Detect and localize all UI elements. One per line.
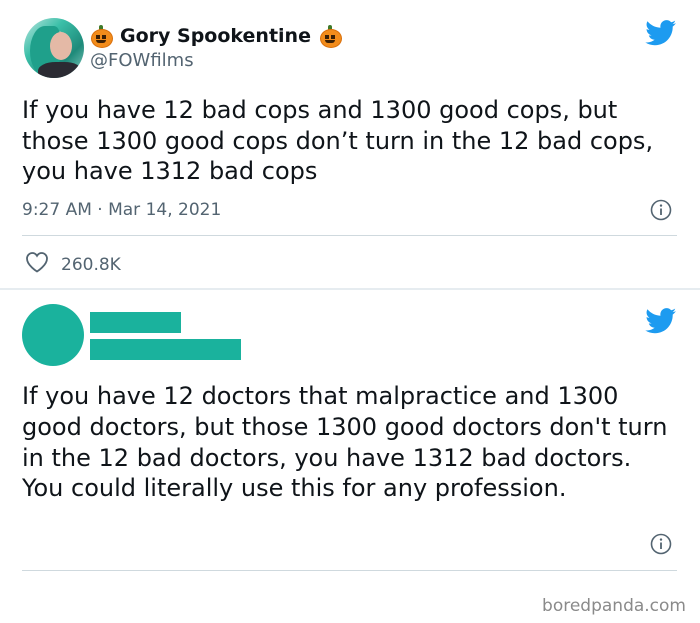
twitter-bird-icon[interactable] xyxy=(645,20,677,46)
tweet-card-original: Gory Spookentine @FOWfilms If you have 1… xyxy=(0,0,700,290)
divider xyxy=(22,570,677,571)
user-handle[interactable]: @FOWfilms xyxy=(90,50,194,71)
pumpkin-emoji-icon xyxy=(90,25,113,48)
like-count: 260.8K xyxy=(61,254,121,275)
redacted-avatar xyxy=(22,304,84,366)
redacted-handle xyxy=(90,339,241,360)
tweet-card-reply: If you have 12 doctors that malpractice … xyxy=(0,290,700,623)
info-icon[interactable] xyxy=(650,533,672,555)
tweet-timestamp[interactable]: 9:27 AM · Mar 14, 2021 xyxy=(22,200,221,220)
watermark: boredpanda.com xyxy=(542,596,686,616)
twitter-bird-icon[interactable] xyxy=(645,308,677,334)
divider xyxy=(22,235,677,236)
tweet-text: If you have 12 doctors that malpractice … xyxy=(22,382,668,503)
pumpkin-emoji-icon xyxy=(319,25,342,48)
heart-icon[interactable] xyxy=(25,251,49,278)
info-icon[interactable] xyxy=(650,199,672,221)
tweet-text: If you have 12 bad cops and 1300 good co… xyxy=(22,96,654,185)
avatar[interactable] xyxy=(24,18,84,78)
display-name[interactable]: Gory Spookentine xyxy=(90,25,342,48)
display-name-text: Gory Spookentine xyxy=(120,25,311,47)
like-action[interactable]: 260.8K xyxy=(25,251,121,278)
redacted-display-name xyxy=(90,312,181,333)
